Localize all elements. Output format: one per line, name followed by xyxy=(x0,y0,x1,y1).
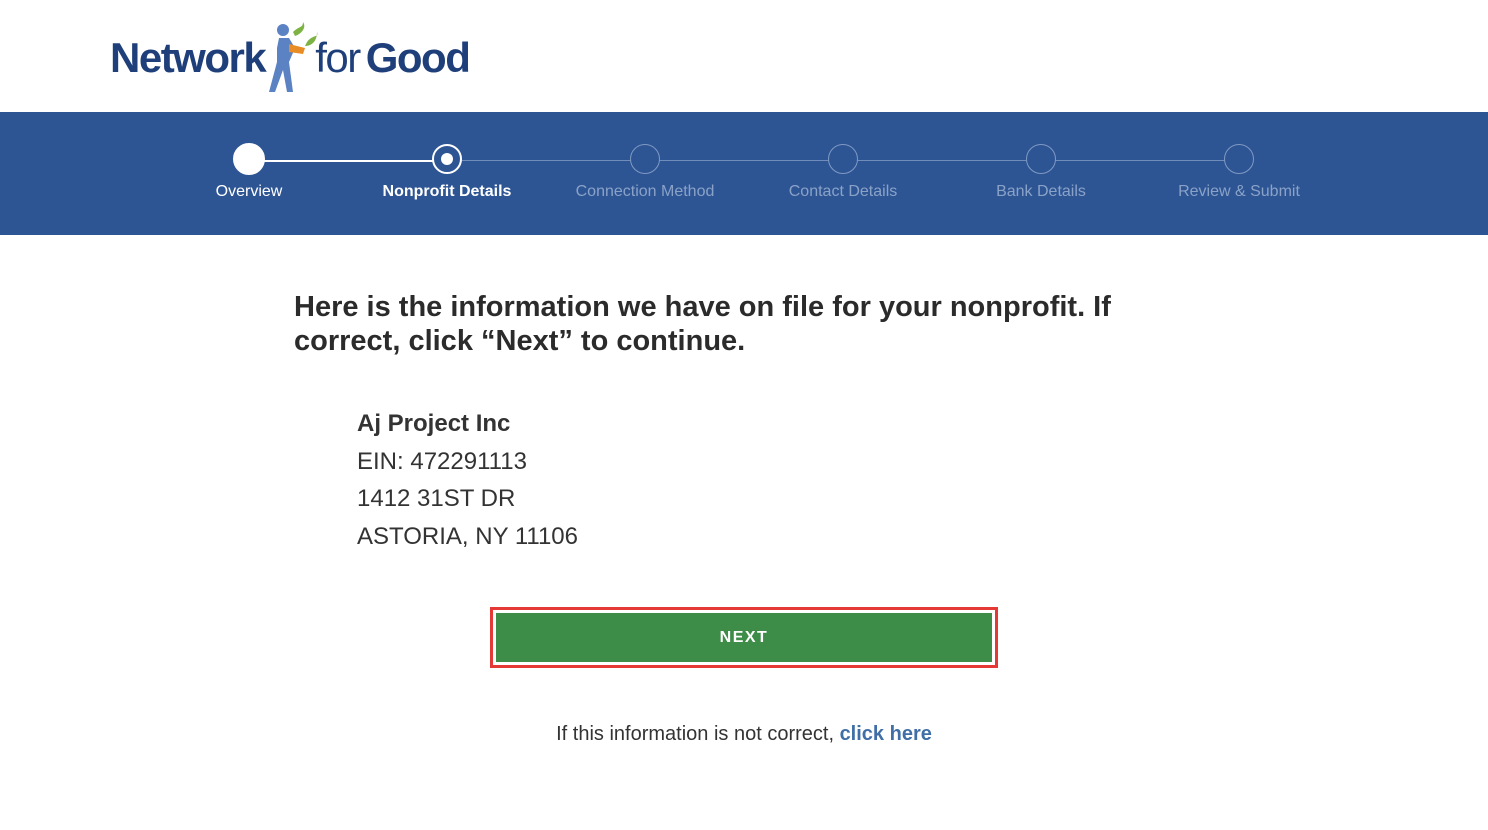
main-content: Here is the information we have on file … xyxy=(0,235,1488,830)
progress-stepper: Overview Nonprofit Details Connection Me… xyxy=(0,112,1488,235)
next-button[interactable]: NEXT xyxy=(496,613,992,662)
site-header: Network for Good xyxy=(0,0,1488,112)
step-review-submit: Review & Submit xyxy=(1139,144,1339,201)
nonprofit-address-line-1: 1412 31ST DR xyxy=(357,485,516,512)
nonprofit-address-line-2: ASTORIA, NY 11106 xyxy=(357,522,579,550)
nonprofit-ein: EIN: 472291113 xyxy=(357,447,527,475)
step-pending-icon xyxy=(1026,144,1056,174)
step-complete-icon xyxy=(233,143,265,175)
step-label: Connection Method xyxy=(575,183,715,200)
nonprofit-info: Aj Project Inc EIN: 472291113 1412 31ST … xyxy=(357,405,578,555)
network-for-good-logo[interactable]: Network for Good xyxy=(110,18,471,98)
logo-word-good: Good xyxy=(365,34,471,81)
step-label: Contact Details xyxy=(788,183,898,200)
step-pending-icon xyxy=(630,144,660,174)
step-nonprofit-details: Nonprofit Details xyxy=(347,144,547,201)
step-label: Nonprofit Details xyxy=(382,183,512,200)
logo-word-for: for xyxy=(315,34,361,81)
logo-word-network: Network xyxy=(110,34,267,81)
step-pending-icon xyxy=(828,144,858,174)
incorrect-info-text: If this information is not correct, xyxy=(556,723,840,745)
step-bank-details: Bank Details xyxy=(941,144,1141,201)
step-label: Overview xyxy=(215,183,283,200)
step-contact-details: Contact Details xyxy=(743,144,943,201)
nonprofit-name: Aj Project Inc xyxy=(357,410,511,437)
click-here-link[interactable]: click here xyxy=(840,723,932,745)
step-label: Bank Details xyxy=(996,183,1086,200)
incorrect-info-note: If this information is not correct, clic… xyxy=(0,723,1488,746)
step-pending-icon xyxy=(1224,144,1254,174)
page-headline: Here is the information we have on file … xyxy=(294,291,1111,357)
step-connection-method: Connection Method xyxy=(545,144,745,201)
logo-figure-icon xyxy=(269,22,318,92)
next-button-highlight: NEXT xyxy=(490,607,998,668)
step-overview[interactable]: Overview xyxy=(149,143,349,201)
step-label: Review & Submit xyxy=(1178,183,1300,200)
step-current-icon xyxy=(432,144,462,174)
